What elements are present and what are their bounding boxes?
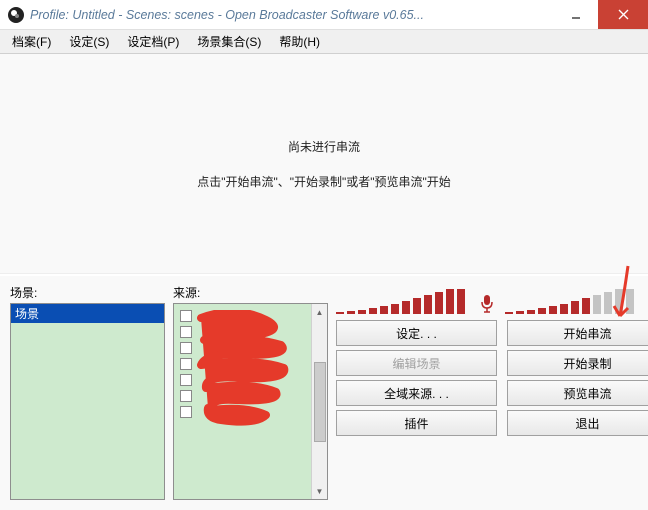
exit-button[interactable]: 退出 bbox=[507, 410, 648, 436]
checkbox-icon[interactable] bbox=[180, 326, 192, 338]
global-sources-button[interactable]: 全域来源. . . bbox=[336, 380, 497, 406]
checkbox-icon[interactable] bbox=[180, 342, 192, 354]
checkbox-icon[interactable] bbox=[180, 374, 192, 386]
app-icon bbox=[8, 7, 24, 23]
menu-profile[interactable]: 设定档(P) bbox=[119, 30, 187, 53]
redaction-scribble bbox=[196, 310, 296, 430]
preview-status-line2: 点击"开始串流"、"开始录制"或者"预览串流"开始 bbox=[197, 173, 451, 190]
scenes-label: 场景: bbox=[10, 284, 165, 301]
audio-meters bbox=[336, 284, 648, 314]
menu-scene-collection[interactable]: 场景集合(S) bbox=[189, 30, 269, 53]
meter-bar bbox=[424, 295, 432, 314]
start-stream-button[interactable]: 开始串流 bbox=[507, 320, 648, 346]
titlebar: Profile: Untitled - Scenes: scenes - Ope… bbox=[0, 0, 648, 30]
edit-scene-button: 编辑场景 bbox=[336, 350, 497, 376]
meter-bar bbox=[560, 304, 568, 314]
meter-bar bbox=[358, 310, 366, 314]
minimize-button[interactable] bbox=[553, 0, 598, 29]
meter-bar bbox=[582, 298, 590, 314]
meter-bar bbox=[413, 298, 421, 314]
start-record-label: 开始录制 bbox=[563, 355, 611, 372]
settings-button[interactable]: 设定. . . bbox=[336, 320, 497, 346]
sources-label: 来源: bbox=[173, 284, 328, 301]
preview-area: 尚未进行串流 点击"开始串流"、"开始录制"或者"预览串流"开始 bbox=[0, 54, 648, 274]
meter-bar bbox=[538, 308, 546, 314]
meter-bar bbox=[457, 289, 465, 314]
menu-file[interactable]: 档案(F) bbox=[4, 30, 59, 53]
scroll-thumb[interactable] bbox=[314, 362, 326, 442]
scenes-listbox[interactable]: 场景 bbox=[10, 303, 165, 500]
scenes-panel: 场景: 场景 bbox=[10, 284, 165, 500]
meter-bar bbox=[380, 306, 388, 314]
meter-bar bbox=[571, 301, 579, 314]
sources-panel: 来源: ▲ ▼ bbox=[173, 284, 328, 500]
right-panel: 设定. . . 开始串流 编辑场景 开始录制 ▼ 全域来源. . . 预览串流 … bbox=[336, 284, 648, 500]
meter-bar bbox=[391, 304, 399, 314]
menu-settings[interactable]: 设定(S) bbox=[61, 30, 117, 53]
meter-bar bbox=[527, 310, 535, 314]
meter-bar bbox=[435, 292, 443, 314]
checkbox-icon[interactable] bbox=[180, 406, 192, 418]
checkbox-icon[interactable] bbox=[180, 358, 192, 370]
bottom-panel: 场景: 场景 来源: bbox=[0, 276, 648, 510]
meter-bar bbox=[369, 308, 377, 314]
menubar: 档案(F) 设定(S) 设定档(P) 场景集合(S) 帮助(H) bbox=[0, 30, 648, 54]
meter-bar bbox=[549, 306, 557, 314]
meter-bar bbox=[446, 289, 454, 314]
sources-listbox[interactable]: ▲ ▼ bbox=[173, 303, 328, 500]
scroll-down-icon[interactable]: ▼ bbox=[312, 483, 327, 499]
mic-meter bbox=[336, 289, 465, 314]
window-buttons bbox=[553, 0, 648, 29]
preview-status-line1: 尚未进行串流 bbox=[288, 138, 360, 155]
sources-scrollbar[interactable]: ▲ ▼ bbox=[311, 304, 327, 499]
meter-bar bbox=[505, 312, 513, 314]
menu-help[interactable]: 帮助(H) bbox=[271, 30, 328, 53]
scroll-up-icon[interactable]: ▲ bbox=[312, 304, 327, 320]
window-title: Profile: Untitled - Scenes: scenes - Ope… bbox=[30, 8, 553, 22]
meter-bar bbox=[402, 301, 410, 314]
meter-bar bbox=[516, 311, 524, 314]
start-record-button[interactable]: 开始录制 ▼ bbox=[507, 350, 648, 376]
preview-stream-button[interactable]: 预览串流 bbox=[507, 380, 648, 406]
checkbox-icon[interactable] bbox=[180, 310, 192, 322]
meter-bar bbox=[593, 295, 601, 314]
close-button[interactable] bbox=[598, 0, 648, 29]
meter-bar bbox=[347, 311, 355, 314]
scene-item[interactable]: 场景 bbox=[11, 304, 164, 323]
checkbox-icon[interactable] bbox=[180, 390, 192, 402]
mic-icon[interactable] bbox=[479, 294, 495, 314]
meter-bar bbox=[336, 312, 344, 314]
plugins-button[interactable]: 插件 bbox=[336, 410, 497, 436]
control-buttons: 设定. . . 开始串流 编辑场景 开始录制 ▼ 全域来源. . . 预览串流 … bbox=[336, 320, 648, 436]
